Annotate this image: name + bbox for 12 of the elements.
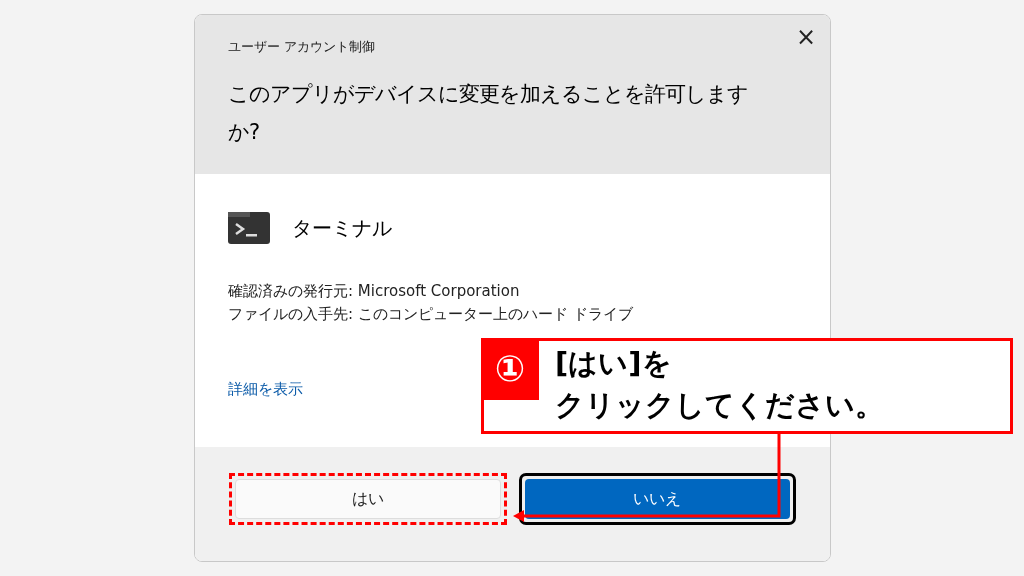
yes-button[interactable]: はい [235,479,501,519]
detail-text: 確認済みの発行元: Microsoft Corporation [228,281,521,302]
step-number: ① [481,338,539,400]
window-title: ユーザー アカウント制御 [228,38,377,56]
close-button[interactable]: × [794,23,818,51]
detail-text: ファイルの入手先: このコンピューター上のハード ドライブ [228,304,634,325]
callout-text: [はい]を [555,345,673,382]
dialog-question: このアプリがデバイスに変更を加えることを許可しますか? [228,80,749,146]
terminal-icon [228,212,270,244]
callout-text: クリックしてください。 [555,387,884,424]
app-name: ターミナル [292,215,392,242]
details-link[interactable]: 詳細を表示 [228,378,303,401]
